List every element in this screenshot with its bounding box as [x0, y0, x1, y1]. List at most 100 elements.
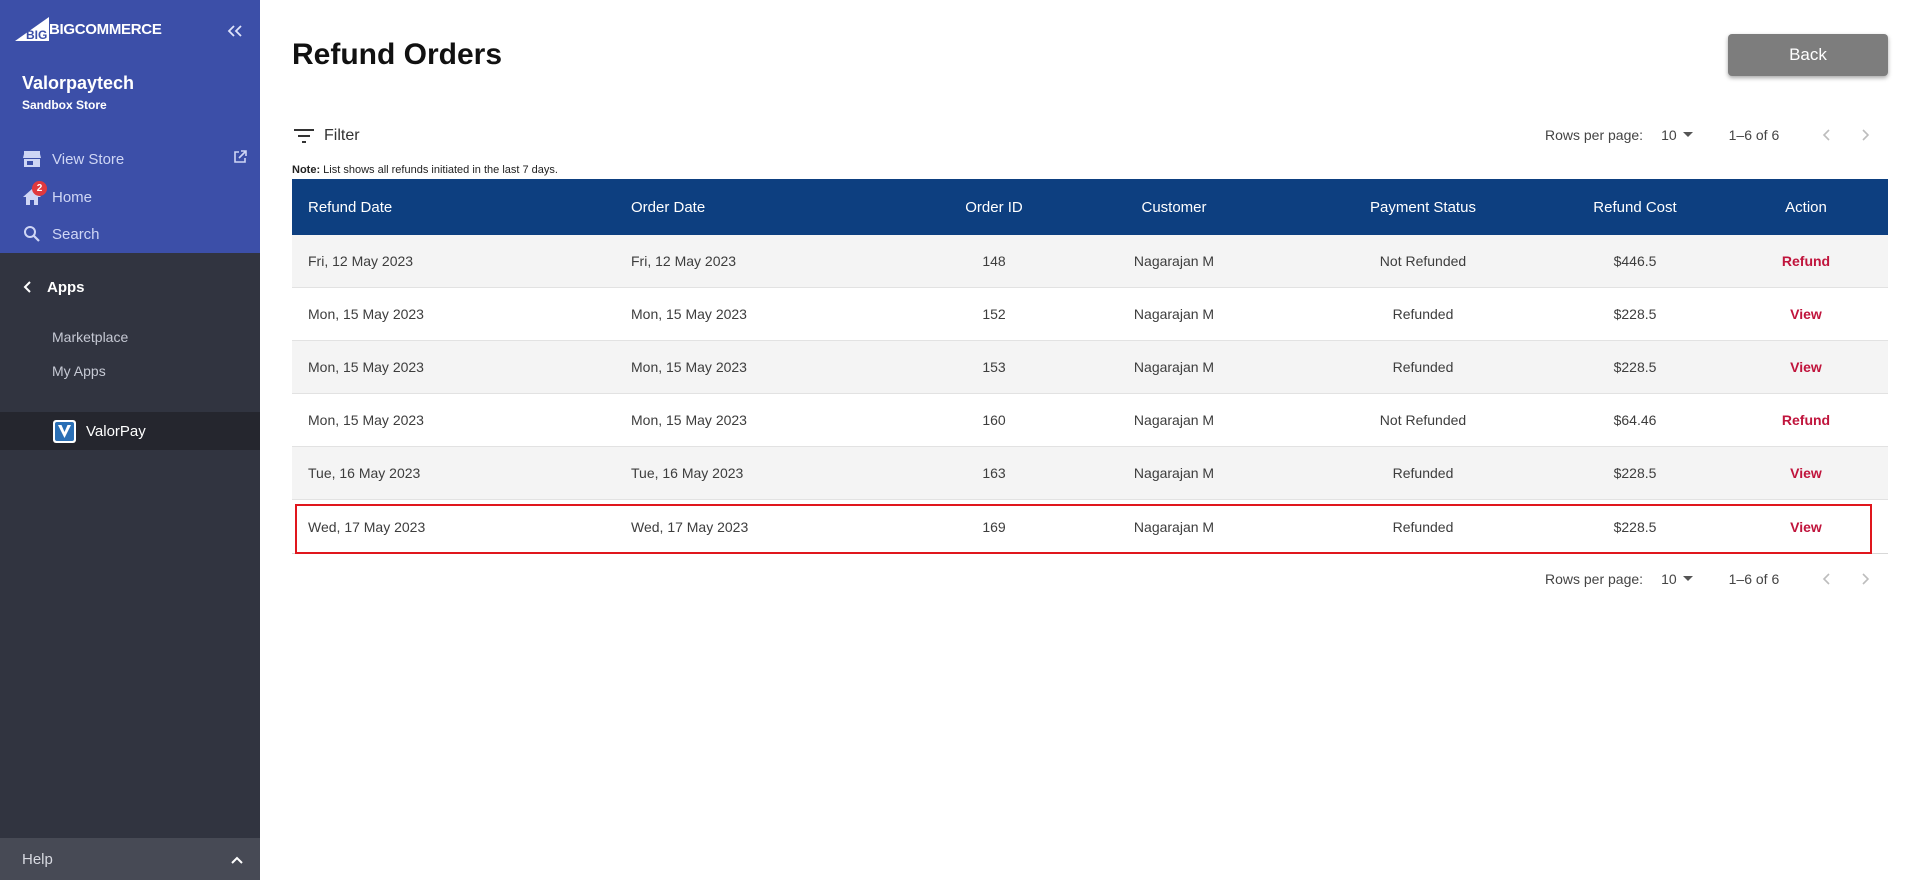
help-button[interactable]: Help	[0, 838, 260, 880]
dropdown-arrow-icon	[1682, 132, 1693, 137]
nav-my-apps[interactable]: My Apps	[52, 363, 106, 379]
collapse-sidebar-button[interactable]	[224, 20, 246, 42]
rows-per-page-label: Rows per page:	[1545, 127, 1644, 143]
view-action-link[interactable]: View	[1790, 465, 1822, 481]
cell-refund-cost: $228.5	[1613, 306, 1657, 322]
bigcommerce-logo[interactable]: BIG BIGCOMMERCE	[15, 17, 162, 41]
view-action-link[interactable]: View	[1790, 359, 1822, 375]
note-label: Note:	[292, 164, 321, 176]
cell-payment-status: Refunded	[1392, 359, 1454, 375]
nav-search-label: Search	[52, 225, 100, 243]
header-action: Action	[1785, 198, 1827, 216]
nav-search[interactable]: Search	[22, 221, 100, 247]
prev-page-button[interactable]	[1815, 568, 1837, 590]
cell-refund-date: Mon, 15 May 2023	[308, 306, 424, 322]
table-row: Wed, 17 May 2023 Wed, 17 May 2023 169 Na…	[292, 500, 1888, 553]
cell-order-id: 148	[982, 253, 1006, 269]
cell-customer: Nagarajan M	[1133, 253, 1215, 269]
prev-page-button[interactable]	[1815, 124, 1837, 146]
cell-order-date: Fri, 12 May 2023	[631, 253, 737, 269]
valorpay-label: ValorPay	[86, 422, 146, 440]
cell-order-date: Mon, 15 May 2023	[631, 412, 747, 428]
table-row: Mon, 15 May 2023 Mon, 15 May 2023 160 Na…	[292, 394, 1888, 447]
cell-refund-date: Tue, 16 May 2023	[308, 465, 421, 481]
cell-payment-status: Refunded	[1392, 518, 1454, 535]
logo-text: BIGCOMMERCE	[49, 20, 162, 38]
chevron-up-icon	[230, 852, 244, 870]
cell-customer: Nagarajan M	[1133, 518, 1215, 535]
table-row: Fri, 12 May 2023 Fri, 12 May 2023 148 Na…	[292, 235, 1888, 288]
rows-per-page-value: 10	[1661, 571, 1677, 587]
rows-per-page-select[interactable]: 10	[1661, 127, 1693, 143]
header-refund-cost: Refund Cost	[1593, 198, 1677, 216]
cell-order-date: Mon, 15 May 2023	[631, 359, 747, 375]
cell-customer: Nagarajan M	[1133, 359, 1215, 375]
svg-text:BIG: BIG	[26, 28, 47, 41]
page-title: Refund Orders	[292, 38, 503, 71]
table-row: Tue, 16 May 2023 Tue, 16 May 2023 163 Na…	[292, 447, 1888, 500]
note-body: List shows all refunds initiated in the …	[320, 164, 558, 176]
refund-action-link[interactable]: Refund	[1782, 412, 1830, 428]
view-action-link[interactable]: View	[1790, 306, 1822, 322]
prev-page-icon	[1823, 129, 1830, 141]
cell-refund-cost: $446.5	[1613, 253, 1657, 269]
sidebar: BIG BIGCOMMERCE Valorpaytech Sandbox Sto…	[0, 0, 260, 880]
header-order-id: Order ID	[965, 198, 1023, 216]
cell-refund-cost: $228.5	[1613, 359, 1657, 375]
valorpay-logo-icon	[53, 419, 76, 443]
table-row: Mon, 15 May 2023 Mon, 15 May 2023 153 Na…	[292, 341, 1888, 394]
cell-order-id: 163	[982, 465, 1006, 481]
nav-home[interactable]: 2 Home	[22, 181, 93, 210]
cell-payment-status: Not Refunded	[1379, 253, 1467, 269]
cell-customer: Nagarajan M	[1133, 412, 1215, 428]
refund-action-link[interactable]: Refund	[1782, 253, 1830, 269]
sidebar-header: BIG BIGCOMMERCE Valorpaytech Sandbox Sto…	[0, 0, 260, 253]
apps-back-button[interactable]: Apps	[22, 274, 85, 300]
cell-refund-date: Mon, 15 May 2023	[308, 412, 424, 428]
cell-order-id: 152	[982, 306, 1006, 322]
header-payment-status: Payment Status	[1370, 198, 1476, 216]
next-page-icon	[1862, 573, 1870, 585]
cell-order-id: 160	[982, 412, 1006, 428]
header-order-date: Order Date	[631, 198, 706, 216]
store-subtitle: Sandbox Store	[22, 98, 107, 112]
apps-label: Apps	[47, 278, 85, 296]
view-action-link[interactable]: View	[1790, 519, 1822, 535]
external-link-icon	[233, 150, 247, 168]
header-customer: Customer	[1141, 198, 1207, 216]
cell-order-date: Wed, 17 May 2023	[631, 518, 749, 535]
pagination-range: 1–6 of 6	[1728, 127, 1780, 143]
dropdown-arrow-icon	[1682, 576, 1693, 581]
table-row: Mon, 15 May 2023 Mon, 15 May 2023 152 Na…	[292, 288, 1888, 341]
cell-refund-cost: $64.46	[1613, 412, 1657, 428]
cell-payment-status: Refunded	[1392, 465, 1454, 481]
store-icon	[22, 149, 42, 169]
cell-payment-status: Not Refunded	[1379, 412, 1467, 428]
chevron-left-icon	[22, 280, 32, 294]
filter-label: Filter	[324, 127, 360, 144]
header-refund-date: Refund Date	[308, 198, 393, 216]
cell-order-id: 169	[982, 518, 1006, 535]
help-label: Help	[22, 850, 53, 868]
table-header: Refund Date Order Date Order ID Customer…	[292, 179, 1888, 235]
filter-icon	[294, 129, 314, 143]
next-page-button[interactable]	[1855, 568, 1877, 590]
cell-refund-cost: $228.5	[1613, 518, 1657, 535]
next-page-button[interactable]	[1855, 124, 1877, 146]
store-name: Valorpaytech	[22, 73, 135, 93]
cell-refund-cost: $228.5	[1613, 465, 1657, 481]
rows-per-page-select[interactable]: 10	[1661, 571, 1693, 587]
home-icon: 2	[22, 181, 47, 207]
rows-per-page-value: 10	[1661, 127, 1677, 143]
rows-per-page-label: Rows per page:	[1545, 571, 1644, 587]
nav-home-label: Home	[52, 188, 93, 206]
nav-view-store-label: View Store	[52, 150, 125, 168]
cell-order-date: Mon, 15 May 2023	[631, 306, 747, 322]
nav-view-store[interactable]: View Store	[22, 146, 247, 172]
nav-valorpay[interactable]: ValorPay	[0, 412, 260, 450]
back-button[interactable]: Back	[1728, 34, 1888, 76]
nav-marketplace[interactable]: Marketplace	[52, 329, 128, 345]
pagination-bottom: Rows per page: 10 1–6 of 6	[1545, 568, 1877, 590]
next-page-icon	[1862, 129, 1870, 141]
filter-button[interactable]: Filter	[294, 125, 360, 147]
